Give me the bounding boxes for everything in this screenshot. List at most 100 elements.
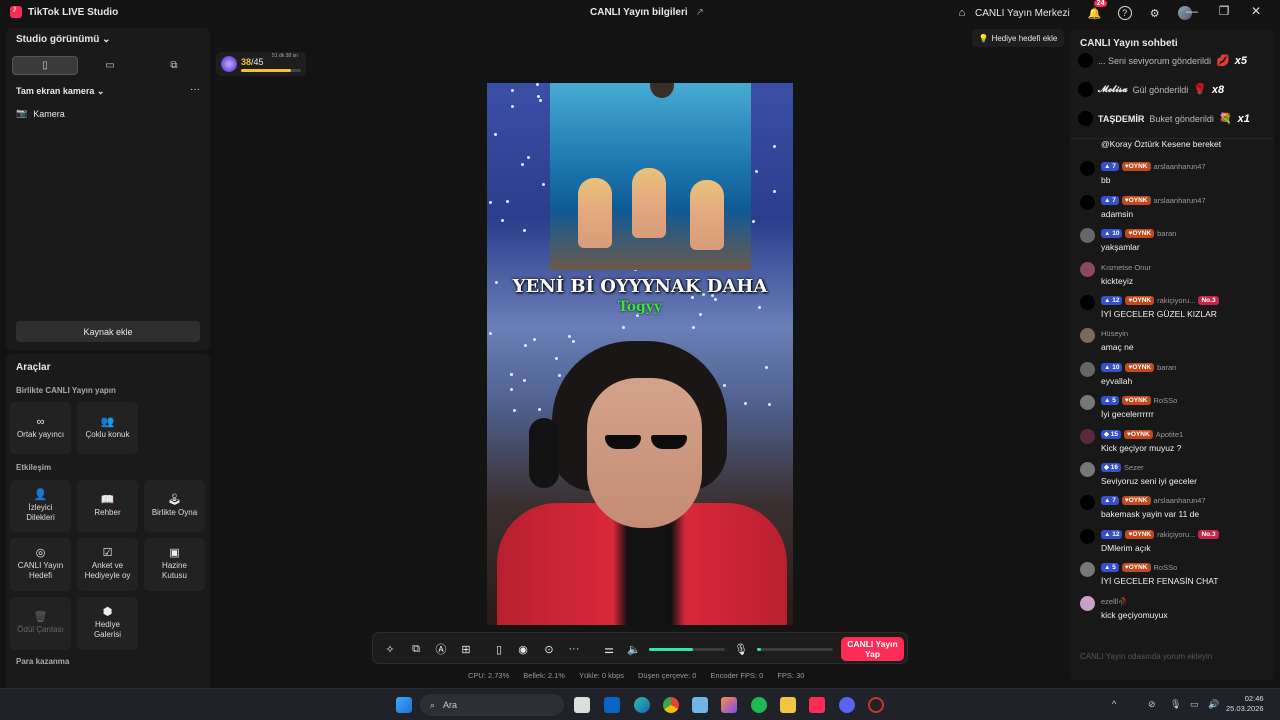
chat-message[interactable]: ▲ 12 ♥OYNK rakiçiyoru... No.3 DMlerim açık [1080,528,1270,558]
bell-icon[interactable]: 🔔 24 [1088,0,1108,20]
more-options-icon[interactable]: ··· [190,84,200,95]
treasure-box-tile[interactable]: ▣ Hazine Kutusu [144,538,205,591]
task-view-icon[interactable] [574,697,590,713]
phone-icon[interactable]: ▯ [491,641,507,657]
avatar[interactable] [1080,328,1095,344]
mic-tray-icon[interactable]: 🎙 [1170,699,1181,710]
gift-user[interactable]: TAŞDEMİR [1098,114,1144,124]
avatar[interactable] [1080,528,1095,544]
avatar[interactable] [1078,53,1093,68]
avatar[interactable] [1080,261,1095,277]
close-button[interactable]: ✕ [1246,4,1266,18]
avatar[interactable] [1080,462,1095,477]
chat-message[interactable]: ▲ 7 ♥OYNK arslaanharun47 adamsin [1080,194,1270,224]
avatar[interactable] [1080,361,1095,377]
chat-username[interactable]: baran [1157,229,1176,238]
poll-tile[interactable]: ☑ Anket ve Hediyeyle oy [77,538,138,591]
windows-start-icon[interactable] [396,697,412,713]
scene-dropdown[interactable]: Tam ekran kamera ⌄ [16,86,104,97]
taskbar-search[interactable]: ⌕ Ara [420,694,564,716]
share-icon[interactable]: ↗ [696,7,704,18]
chat-message[interactable]: ▲ 10 ♥OYNK baran yakşamlar [1080,227,1270,257]
record-icon[interactable]: ◉ [515,641,531,657]
system-clock[interactable]: 02:46 25.03.2026 [1226,694,1264,714]
chat-input[interactable]: CANLI Yayın odasında yorum ekleyin [1076,648,1268,668]
avatar[interactable] [1080,495,1095,511]
chat-username[interactable]: Apotite1 [1156,430,1184,439]
chat-messages[interactable]: @Koray Öztürk Kesene bereket ▲ 7 ♥OYNK arsl… [1070,139,1274,654]
portrait-orientation-button[interactable]: ▯ [12,56,78,75]
edge-icon[interactable] [634,697,650,713]
chat-username[interactable]: RoSSo [1154,396,1178,405]
chat-message[interactable]: ▲ 7 ♥OYNK arslaanharun47 bakemask yayin var… [1080,494,1270,524]
audio-settings-icon[interactable]: ⚌ [601,641,617,657]
tiktok-taskbar-icon[interactable] [809,697,825,713]
chat-message[interactable]: ezelll🥀 kick geçiyomuyux [1080,595,1270,625]
minimize-button[interactable]: — [1182,4,1202,18]
gift-user[interactable]: 𝓜𝓮𝓵𝓲𝓼𝓪 [1098,84,1128,95]
avatar[interactable] [1080,562,1095,578]
add-gift-goal-button[interactable]: 💡 Hediye hedefi ekle [972,29,1064,47]
chat-username[interactable]: rakiçiyoru... [1157,530,1195,539]
avatar[interactable] [1080,595,1095,611]
dual-orientation-button[interactable]: ⧉ [142,56,206,75]
chat-message[interactable]: ▲ 7 ♥OYNK arslaanharun47 bb [1080,160,1270,190]
play-together-tile[interactable]: 🕹 Birlikte Oyna [144,480,205,532]
file-explorer-icon[interactable] [780,697,796,713]
chat-username[interactable]: ezelll🥀 [1101,597,1127,606]
co-host-tile[interactable]: ∞ Ortak yayıncı [10,402,71,454]
add-media-icon[interactable]: ⊞ [458,641,474,657]
volume-tray-icon[interactable]: 🔊 [1208,699,1219,710]
chat-message[interactable]: @Koray Öztürk Kesene bereket [1080,139,1270,157]
avatar[interactable] [1080,428,1095,444]
volume-slider[interactable] [649,648,725,651]
speaker-icon[interactable]: 🔈 [626,641,642,657]
gift-gallery-tile[interactable]: ⬢ Hediye Galerisi [77,597,138,650]
live-goal-tile[interactable]: ◎ CANLI Yayın Hedefi [10,538,71,591]
more-icon[interactable]: ··· [566,641,582,657]
add-source-button[interactable]: Kaynak ekle [16,321,200,342]
screenshot-icon[interactable]: ⊙ [541,641,557,657]
chat-username[interactable]: Sezer [1124,463,1144,472]
chat-username[interactable]: baran [1157,363,1176,372]
chat-message[interactable]: ◆ 15 ♥OYNK Apotite1 Kick geçiyor muyuz ? [1080,428,1270,458]
live-center-link[interactable]: CANLI Yayın Merkezi [975,8,1070,19]
chat-username[interactable]: Kısmetse Onur [1101,263,1151,272]
chat-username[interactable]: arslaanharun47 [1154,496,1206,505]
source-item-camera[interactable]: 📷 Kamera [16,108,65,119]
avatar[interactable] [1080,395,1095,411]
avatar[interactable] [1080,228,1095,244]
display-icon[interactable]: ▭ [1190,699,1199,710]
spotify-icon[interactable] [751,697,767,713]
mic-level-slider[interactable] [757,648,833,651]
landscape-orientation-button[interactable]: ▭ [78,56,142,75]
avatar[interactable] [1078,111,1093,126]
app-icon-red[interactable] [868,697,884,713]
discord-icon[interactable] [839,697,855,713]
guide-tile[interactable]: 📖 Rehber [77,480,138,532]
copilot-icon[interactable] [721,697,737,713]
multi-guest-tile[interactable]: 👥 Çoklu konuk [77,402,138,454]
chat-username[interactable]: rakiçiyoru... [1157,296,1195,305]
gear-icon[interactable]: ⚙ [1148,6,1162,20]
chat-username[interactable]: Hüseyin [1101,329,1128,338]
chat-message[interactable]: ▲ 5 ♥OYNK RoSSo İyi gecelerrrrrr [1080,394,1270,424]
chat-message[interactable]: Kısmetse Onur kickteyiz [1080,261,1270,291]
chevron-up-icon[interactable]: ^ [1112,699,1116,709]
live-goal-widget[interactable]: 38/45 51 dk 38 sn [216,52,306,76]
ai-icon[interactable]: Ⓐ [433,641,449,657]
chat-message[interactable]: ◆ 16 Sezer Seviyoruz seni iyi geceler [1080,461,1270,491]
magic-wand-icon[interactable]: ✧ [382,641,398,657]
avatar[interactable] [1080,161,1095,177]
chat-message[interactable]: ▲ 5 ♥OYNK RoSSo İYİ GECELER FENASİN CHAT [1080,561,1270,591]
avatar[interactable] [1078,82,1093,97]
outlook-icon[interactable] [604,697,620,713]
chat-username[interactable]: arslaanharun47 [1154,162,1206,171]
chat-username[interactable]: RoSSo [1154,563,1178,572]
live-info-button[interactable]: CANLI Yayın bilgileri ↗ [590,7,704,18]
viewer-wishes-tile[interactable]: 👤 İzleyici Dilekleri [10,480,71,532]
network-off-icon[interactable]: ⊘ [1148,699,1156,710]
help-icon[interactable]: ? [1117,6,1132,20]
chat-message[interactable]: ▲ 10 ♥OYNK baran eyvallah [1080,361,1270,391]
chrome-icon[interactable] [663,697,679,713]
